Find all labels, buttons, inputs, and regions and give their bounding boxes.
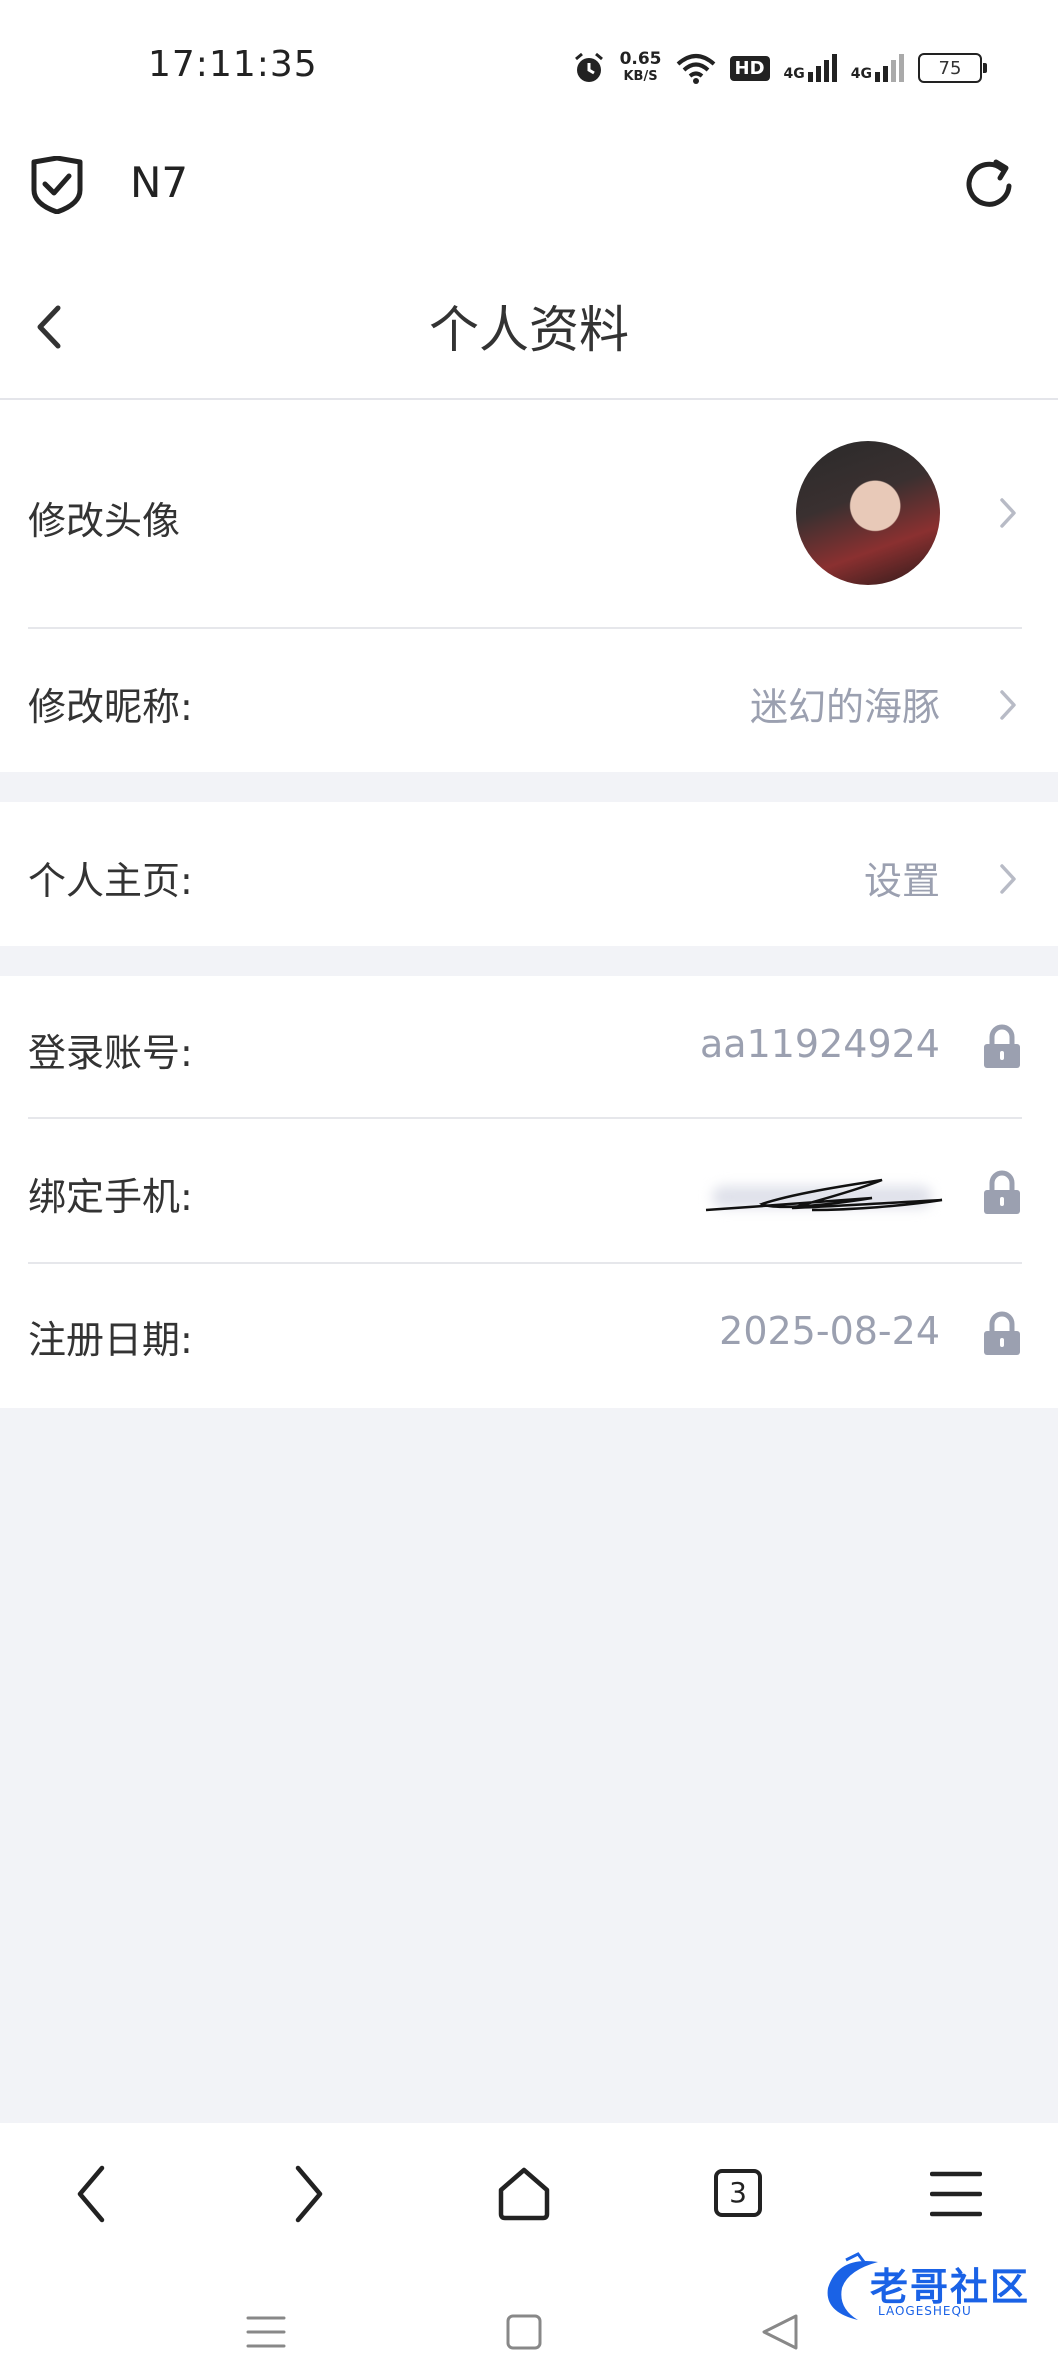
- watermark-subtext: LAOGESHEQU: [878, 2304, 972, 2318]
- net-speed-unit: KB/S: [623, 69, 658, 84]
- nickname-label: 修改昵称:: [28, 685, 193, 729]
- row-divider: [28, 1262, 1022, 1264]
- chevron-right-icon: [1000, 498, 1016, 528]
- system-home-icon[interactable]: [504, 2314, 544, 2350]
- home-icon[interactable]: [496, 2166, 552, 2222]
- lock-icon: [984, 1311, 1020, 1355]
- signal-2: 4G: [851, 54, 904, 82]
- wifi-icon: [676, 54, 715, 84]
- net-speed-value: 0.65: [619, 49, 662, 69]
- site-name: N7: [130, 158, 189, 207]
- account-row: 登录账号: aa11924924: [28, 1022, 1022, 1082]
- system-back-icon[interactable]: [760, 2312, 800, 2352]
- battery-indicator: 75: [918, 53, 987, 83]
- scribble-redaction: [705, 1178, 943, 1212]
- watermark-logo: 老哥社区 LAOGESHEQU: [818, 2252, 1043, 2326]
- shield-check-icon[interactable]: [30, 156, 84, 214]
- phone-label: 绑定手机:: [28, 1175, 193, 1219]
- signal-1: 4G: [784, 54, 837, 82]
- register-date-row: 注册日期: 2025-08-24: [28, 1309, 1022, 1369]
- status-icons: 0.65 KB/S HD 4G 4G 75: [572, 46, 987, 90]
- chevron-right-icon: [1000, 864, 1016, 894]
- avatar-label: 修改头像: [28, 499, 181, 543]
- signal-2-label: 4G: [850, 66, 872, 82]
- row-divider: [28, 1117, 1022, 1119]
- register-value: 2025-08-24: [719, 1309, 940, 1353]
- page-title: 个人资料: [429, 301, 629, 359]
- row-divider: [28, 627, 1022, 629]
- phone-row: 绑定手机:: [28, 1166, 1022, 1226]
- system-recents-icon[interactable]: [246, 2314, 286, 2350]
- nickname-value: 迷幻的海豚: [749, 685, 940, 729]
- account-label: 登录账号:: [28, 1031, 193, 1075]
- register-label: 注册日期:: [28, 1318, 193, 1362]
- phone-value-redacted: [702, 1172, 952, 1222]
- homepage-label: 个人主页:: [28, 859, 193, 903]
- menu-icon[interactable]: [930, 2170, 982, 2218]
- nav-forward-icon[interactable]: [292, 2164, 326, 2224]
- status-time: 17:11:35: [148, 44, 318, 85]
- tab-count-button[interactable]: 3: [714, 2169, 762, 2217]
- homepage-value: 设置: [863, 859, 940, 903]
- alarm-icon: [574, 52, 603, 82]
- nav-back-icon[interactable]: [74, 2164, 108, 2224]
- avatar[interactable]: [796, 441, 940, 585]
- hd-badge: HD: [729, 55, 770, 81]
- watermark-text: 老哥社区: [870, 2265, 1031, 2309]
- chevron-right-icon: [1000, 690, 1016, 720]
- signal-1-label: 4G: [783, 66, 805, 82]
- lock-icon: [984, 1024, 1020, 1068]
- net-speed: 0.65 KB/S: [620, 51, 662, 85]
- lock-icon: [984, 1170, 1020, 1214]
- homepage-row[interactable]: 个人主页: 设置: [28, 850, 1022, 910]
- nickname-row[interactable]: 修改昵称: 迷幻的海豚: [28, 676, 1022, 736]
- refresh-icon[interactable]: [962, 156, 1018, 212]
- account-value: aa11924924: [700, 1022, 940, 1066]
